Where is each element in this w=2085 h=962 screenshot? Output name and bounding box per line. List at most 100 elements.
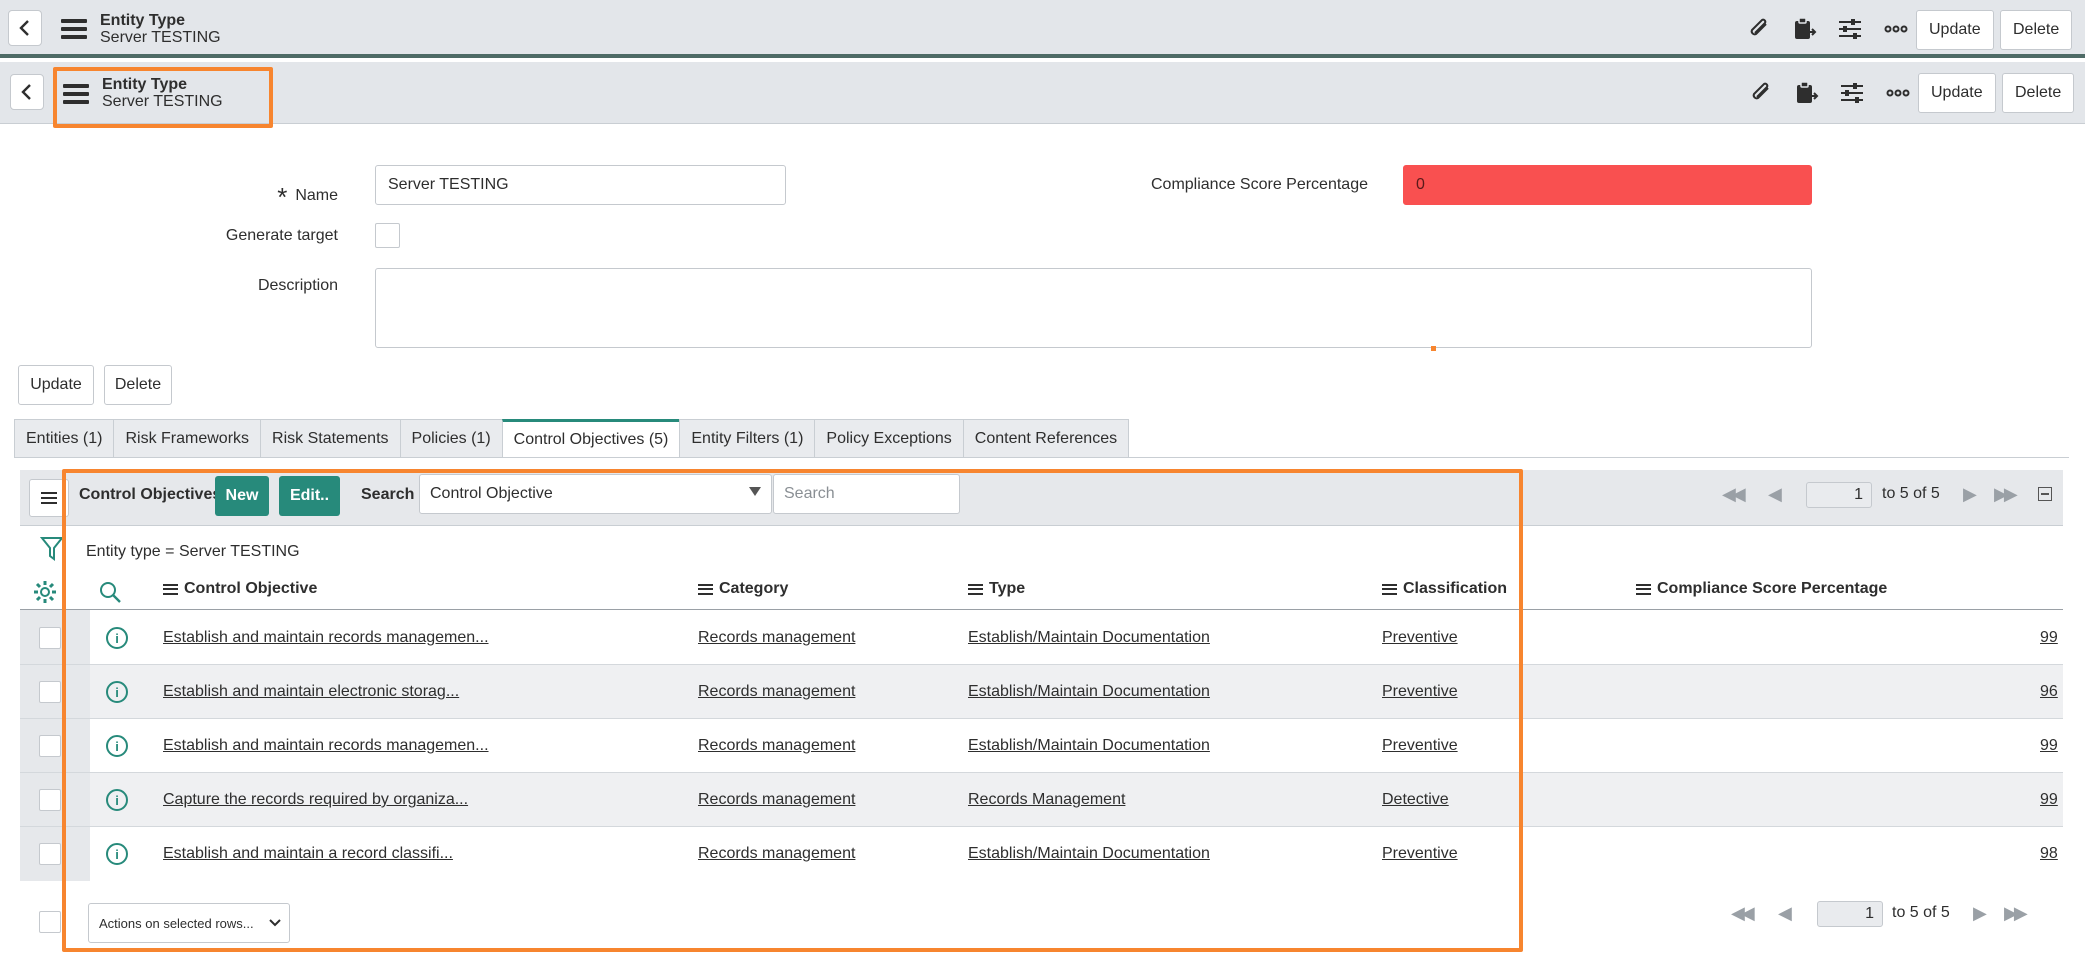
select-all-checkbox[interactable] (39, 911, 61, 933)
cell-compliance-score[interactable]: 99 (2040, 629, 2058, 647)
clipboard-icon[interactable] (1788, 13, 1820, 45)
cell-control-objective[interactable]: Establish and maintain records managemen… (163, 737, 489, 755)
page-number-input[interactable]: 1 (1817, 901, 1883, 927)
cell-classification[interactable]: Preventive (1382, 629, 1458, 647)
collapse-icon[interactable] (2038, 487, 2052, 501)
tab-content-references[interactable]: Content References (962, 419, 1130, 457)
back-button[interactable] (8, 10, 42, 46)
delete-button[interactable]: Delete (2000, 10, 2073, 50)
info-icon[interactable]: i (106, 843, 128, 865)
cell-control-objective[interactable]: Establish and maintain electronic storag… (163, 683, 459, 701)
filter-icon[interactable] (39, 536, 65, 567)
row-checkbox[interactable] (39, 627, 61, 649)
column-header-compliance-score[interactable]: Compliance Score Percentage (1636, 580, 1887, 598)
actions-select[interactable]: Actions on selected rows... (88, 903, 290, 943)
description-field[interactable] (375, 268, 1812, 348)
menu-icon[interactable] (63, 84, 89, 104)
info-icon[interactable]: i (106, 627, 128, 649)
sliders-icon[interactable] (1836, 77, 1868, 109)
edit-button[interactable]: Edit.. (279, 476, 340, 516)
tab-policy-exceptions[interactable]: Policy Exceptions (814, 419, 964, 457)
form-update-button[interactable]: Update (18, 365, 94, 405)
cell-classification[interactable]: Preventive (1382, 737, 1458, 755)
info-icon[interactable]: i (106, 681, 128, 703)
search-field-select[interactable]: Control Objective (419, 474, 772, 514)
page-number-input[interactable]: 1 (1806, 482, 1872, 508)
cell-compliance-score[interactable]: 98 (2040, 845, 2058, 863)
header-divider (20, 609, 2063, 610)
column-header-classification[interactable]: Classification (1382, 580, 1507, 598)
info-icon[interactable]: i (106, 735, 128, 757)
tab-control-objectives[interactable]: Control Objectives (5) (501, 419, 681, 457)
row-checkbox[interactable] (39, 735, 61, 757)
cell-category[interactable]: Records management (698, 791, 855, 809)
menu-icon[interactable] (61, 19, 87, 39)
cell-classification[interactable]: Detective (1382, 791, 1449, 809)
column-header-control-objective[interactable]: Control Objective (163, 580, 317, 598)
name-field[interactable]: Server TESTING (375, 165, 786, 205)
filter-breadcrumb[interactable]: Entity type = Server TESTING (86, 543, 300, 561)
cell-compliance-score[interactable]: 99 (2040, 791, 2058, 809)
first-page-icon[interactable]: ◀◀ (1731, 903, 1755, 924)
cell-control-objective[interactable]: Capture the records required by organiza… (163, 791, 468, 809)
sliders-icon[interactable] (1834, 13, 1866, 45)
tab-risk-statements[interactable]: Risk Statements (260, 419, 401, 457)
form-delete-button[interactable]: Delete (104, 365, 172, 405)
delete-button[interactable]: Delete (2002, 73, 2075, 113)
next-page-icon[interactable]: ▶ (1963, 484, 1977, 505)
last-page-icon[interactable]: ▶▶ (2004, 903, 2028, 924)
resize-handle[interactable] (1431, 346, 1436, 351)
cell-type[interactable]: Establish/Maintain Documentation (968, 737, 1210, 755)
column-header-label: Classification (1403, 580, 1508, 597)
row-checkbox[interactable] (39, 789, 61, 811)
update-button[interactable]: Update (1916, 10, 1994, 50)
tab-risk-frameworks[interactable]: Risk Frameworks (113, 419, 262, 457)
new-button[interactable]: New (215, 476, 269, 516)
cell-category[interactable]: Records management (698, 629, 855, 647)
row-checkbox[interactable] (39, 843, 61, 865)
column-header-label: Control Objective (184, 580, 318, 597)
column-header-type[interactable]: Type (968, 580, 1025, 598)
gear-icon[interactable] (33, 580, 57, 609)
paperclip-icon[interactable] (1745, 77, 1777, 109)
info-icon[interactable]: i (106, 789, 128, 811)
generate-target-checkbox[interactable] (375, 223, 400, 248)
cell-category[interactable]: Records management (698, 845, 855, 863)
tab-entities[interactable]: Entities (1) (14, 419, 115, 457)
back-button[interactable] (10, 74, 44, 110)
first-page-icon[interactable]: ◀◀ (1722, 484, 1746, 505)
cell-compliance-score[interactable]: 99 (2040, 737, 2058, 755)
cell-control-objective[interactable]: Establish and maintain records managemen… (163, 629, 489, 647)
search-input[interactable]: Search (773, 474, 960, 514)
more-icon[interactable] (1880, 13, 1912, 45)
column-header-category[interactable]: Category (698, 580, 788, 598)
prev-page-icon[interactable]: ◀ (1768, 484, 1782, 505)
tab-entity-filters[interactable]: Entity Filters (1) (679, 419, 816, 457)
list-menu-button[interactable] (29, 479, 69, 517)
cell-control-objective[interactable]: Establish and maintain a record classifi… (163, 845, 453, 863)
next-page-icon[interactable]: ▶ (1973, 903, 1987, 924)
cell-type[interactable]: Records Management (968, 791, 1125, 809)
generate-target-label: Generate target (225, 227, 338, 244)
tab-policies[interactable]: Policies (1) (399, 419, 503, 457)
compliance-score-field[interactable]: 0 (1403, 165, 1812, 205)
cell-type[interactable]: Establish/Maintain Documentation (968, 845, 1210, 863)
top-header-bar: Entity Type Server TESTING Update Delete (0, 0, 2085, 58)
cell-category[interactable]: Records management (698, 737, 855, 755)
row-divider (20, 718, 2063, 719)
column-menu-icon (163, 583, 178, 595)
cell-compliance-score[interactable]: 96 (2040, 683, 2058, 701)
last-page-icon[interactable]: ▶▶ (1994, 484, 2018, 505)
update-button[interactable]: Update (1918, 73, 1996, 113)
search-icon[interactable] (98, 580, 122, 609)
cell-classification[interactable]: Preventive (1382, 683, 1458, 701)
more-icon[interactable] (1882, 77, 1914, 109)
cell-type[interactable]: Establish/Maintain Documentation (968, 629, 1210, 647)
cell-category[interactable]: Records management (698, 683, 855, 701)
prev-page-icon[interactable]: ◀ (1778, 903, 1792, 924)
cell-type[interactable]: Establish/Maintain Documentation (968, 683, 1210, 701)
row-checkbox[interactable] (39, 681, 61, 703)
clipboard-icon[interactable] (1790, 77, 1822, 109)
paperclip-icon[interactable] (1743, 13, 1775, 45)
cell-classification[interactable]: Preventive (1382, 845, 1458, 863)
